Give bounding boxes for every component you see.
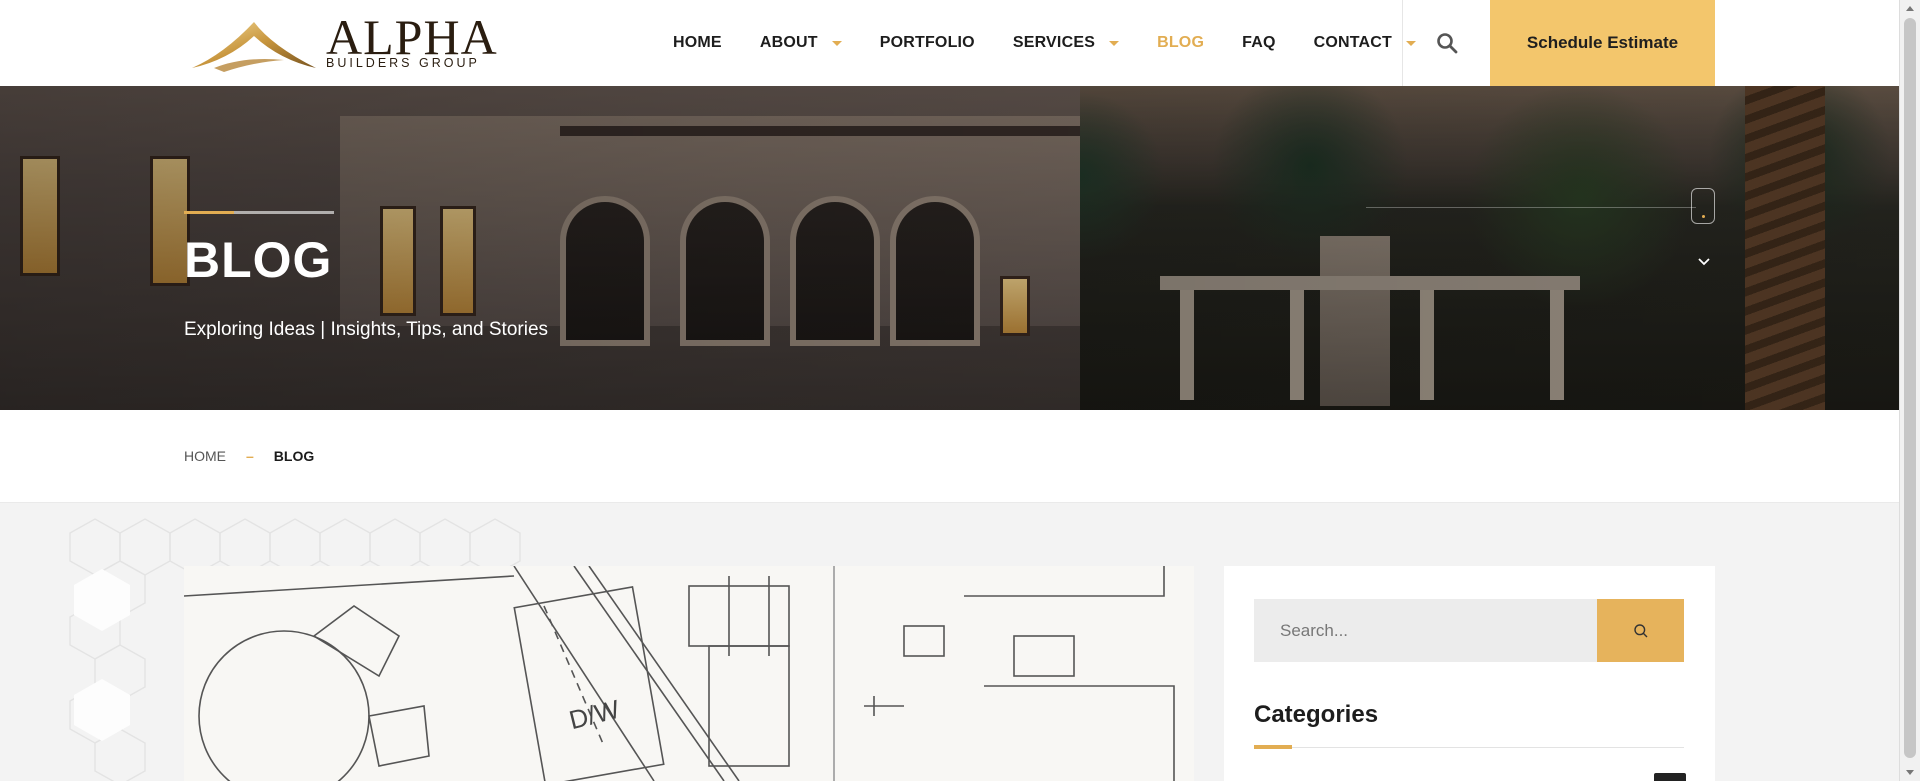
nav-faq-label: FAQ (1242, 34, 1276, 51)
logo-tagline: BUILDERS GROUP (326, 56, 480, 70)
hero-banner: BLOG Exploring Ideas | Insights, Tips, a… (0, 86, 1899, 410)
header-search-button[interactable] (1402, 0, 1490, 86)
search-icon (1436, 33, 1457, 54)
nav-portfolio[interactable]: PORTFOLIO (880, 34, 975, 52)
sidebar-search-input[interactable] (1254, 599, 1597, 662)
sidebar: Categories (1224, 566, 1715, 781)
logo-wordmark: ALPHA (326, 9, 498, 65)
breadcrumb-home-link[interactable]: HOME (184, 448, 226, 464)
nav-faq[interactable]: FAQ (1242, 34, 1276, 52)
logo[interactable]: ALPHA BUILDERS GROUP (184, 12, 497, 72)
page-scrollbar[interactable] (1899, 0, 1920, 781)
categories-heading: Categories (1254, 701, 1379, 728)
breadcrumb-current: BLOG (273, 448, 315, 464)
category-count-badge (1654, 773, 1686, 781)
nav-services[interactable]: SERVICES (1012, 34, 1120, 52)
nav-contact-label: CONTACT (1313, 34, 1393, 51)
chevron-down-icon[interactable] (1696, 254, 1712, 270)
mouse-scroll-icon[interactable] (1691, 188, 1715, 224)
caret-down-icon (831, 40, 842, 46)
main-nav: HOME ABOUT PORTFOLIO SERVICES BLOG FAQ C… (673, 0, 1454, 86)
scroll-up-icon[interactable] (1906, 6, 1914, 11)
slider-track (1366, 207, 1696, 208)
breadcrumb-separator: – (246, 448, 254, 464)
caret-down-icon (1109, 40, 1120, 46)
scroll-thumb[interactable] (1904, 18, 1916, 758)
scroll-down-icon[interactable] (1906, 770, 1914, 775)
hero-accent-line (184, 211, 334, 214)
nav-blog-label: BLOG (1157, 34, 1205, 51)
page-subtitle: Exploring Ideas | Insights, Tips, and St… (184, 319, 549, 340)
nav-about-label: ABOUT (759, 34, 818, 51)
nav-blog[interactable]: BLOG (1157, 34, 1204, 52)
page-title: BLOG (184, 232, 333, 288)
sidebar-search-button[interactable] (1597, 599, 1684, 662)
nav-portfolio-label: PORTFOLIO (879, 34, 975, 51)
blueprint-floor-plan-image: D/W (184, 566, 1194, 781)
breadcrumb-bar: HOME – BLOG (0, 410, 1899, 503)
logo-mark-icon (192, 22, 316, 72)
breadcrumb: HOME – BLOG (184, 448, 314, 464)
nav-about[interactable]: ABOUT (760, 34, 842, 52)
nav-home[interactable]: HOME (673, 34, 722, 52)
schedule-estimate-button[interactable]: Schedule Estimate (1490, 0, 1715, 86)
blog-content: D/W Categories (0, 503, 1899, 781)
nav-contact[interactable]: CONTACT (1313, 34, 1417, 52)
site-header: ALPHA BUILDERS GROUP HOME ABOUT PORTFOLI… (0, 0, 1899, 86)
search-icon (1633, 623, 1647, 637)
nav-services-label: SERVICES (1012, 34, 1096, 51)
categories-divider (1254, 745, 1684, 749)
page: ALPHA BUILDERS GROUP HOME ABOUT PORTFOLI… (0, 0, 1899, 781)
post-featured-image[interactable]: D/W (184, 566, 1194, 781)
nav-home-label: HOME (673, 34, 722, 51)
